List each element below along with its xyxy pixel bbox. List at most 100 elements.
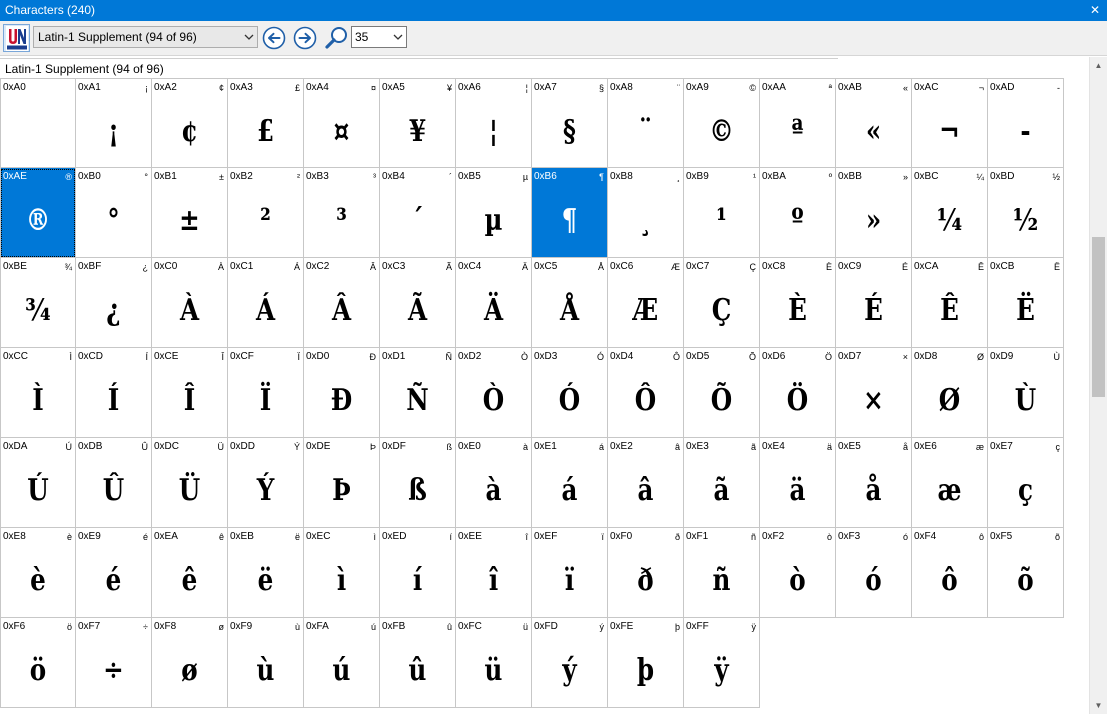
char-cell[interactable]: 0xC8 È È [760,258,836,348]
forward-arrow-icon[interactable] [292,25,318,51]
char-cell[interactable]: 0xFC ü ü [456,618,532,708]
char-cell[interactable]: 0xCA Ê Ê [912,258,988,348]
char-cell[interactable]: 0xCD Í Í [76,348,152,438]
char-cell[interactable]: 0xE5 å å [836,438,912,528]
char-cell[interactable]: 0xD6 Ö Ö [760,348,836,438]
char-cell[interactable]: 0xF8 ø ø [152,618,228,708]
char-cell[interactable]: 0xE7 ç ç [988,438,1064,528]
char-cell[interactable]: 0xCB Ë Ë [988,258,1064,348]
char-cell[interactable]: 0xD8 Ø Ø [912,348,988,438]
char-cell[interactable]: 0xED í í [380,528,456,618]
char-cell[interactable]: 0xF9 ù ù [228,618,304,708]
char-cell[interactable]: 0xE3 ã ã [684,438,760,528]
scroll-thumb[interactable] [1092,237,1105,397]
close-icon[interactable]: ✕ [1089,0,1101,21]
char-cell[interactable]: 0xDF ß ß [380,438,456,528]
char-cell[interactable]: 0xEB ë ë [228,528,304,618]
search-icon[interactable] [324,25,350,51]
char-cell[interactable]: 0xC7 Ç Ç [684,258,760,348]
char-cell[interactable]: 0xA2 ¢ ¢ [152,78,228,168]
char-cell[interactable]: 0xB5 µ µ [456,168,532,258]
vertical-scrollbar[interactable]: ▲ ▼ [1089,57,1107,714]
char-cell[interactable]: 0xC0 À À [152,258,228,348]
char-cell[interactable]: 0xDE Þ Þ [304,438,380,528]
char-cell[interactable]: 0xA1 ¡ ¡ [76,78,152,168]
char-cell[interactable]: 0xD7 × × [836,348,912,438]
char-cell[interactable]: 0xDC Ü Ü [152,438,228,528]
char-cell[interactable]: 0xA7 § § [532,78,608,168]
char-cell[interactable]: 0xA5 ¥ ¥ [380,78,456,168]
char-cell[interactable]: 0xF6 ö ö [0,618,76,708]
char-cell[interactable]: 0xFD ý ý [532,618,608,708]
char-cell[interactable]: 0xA3 £ £ [228,78,304,168]
char-cell[interactable]: 0xBE ¾ ¾ [0,258,76,348]
char-cell[interactable]: 0xA0 [0,78,76,168]
char-cell[interactable]: 0xE6 æ æ [912,438,988,528]
char-cell[interactable]: 0xC4 Ä Ä [456,258,532,348]
back-arrow-icon[interactable] [261,25,287,51]
char-cell[interactable]: 0xD5 Õ Õ [684,348,760,438]
char-cell[interactable]: 0xE9 é é [76,528,152,618]
char-cell[interactable]: 0xBC ¼ ¼ [912,168,988,258]
char-cell[interactable]: 0xD9 Ù Ù [988,348,1064,438]
char-cell[interactable]: 0xAD - - [988,78,1064,168]
char-cell[interactable]: 0xEE î î [456,528,532,618]
char-cell[interactable]: 0xB2 ² ² [228,168,304,258]
char-cell[interactable]: 0xF1 ñ ñ [684,528,760,618]
char-cell[interactable]: 0xC1 Á Á [228,258,304,348]
char-cell[interactable]: 0xCE Î Î [152,348,228,438]
char-cell[interactable]: 0xE0 à à [456,438,532,528]
char-cell[interactable]: 0xC2 Â Â [304,258,380,348]
char-cell[interactable]: 0xB8 ¸ ¸ [608,168,684,258]
char-cell[interactable]: 0xAB « « [836,78,912,168]
char-cell[interactable]: 0xC3 Ã Ã [380,258,456,348]
char-cell[interactable]: 0xF2 ò ò [760,528,836,618]
char-cell[interactable]: 0xB1 ± ± [152,168,228,258]
char-cell[interactable]: 0xDA Ú Ú [0,438,76,528]
font-size-dropdown[interactable]: 35 [351,26,407,48]
char-cell[interactable]: 0xBB » » [836,168,912,258]
scroll-up-icon[interactable]: ▲ [1090,57,1107,74]
char-cell[interactable]: 0xFF ÿ ÿ [684,618,760,708]
char-cell[interactable]: 0xFB û û [380,618,456,708]
char-cell[interactable]: 0xD1 Ñ Ñ [380,348,456,438]
char-cell[interactable]: 0xBF ¿ ¿ [76,258,152,348]
char-cell[interactable]: 0xCC Ì Ì [0,348,76,438]
unicode-block-dropdown[interactable]: Latin-1 Supplement (94 of 96) [33,26,258,48]
char-cell[interactable]: 0xFA ú ú [304,618,380,708]
char-cell[interactable]: 0xB3 ³ ³ [304,168,380,258]
char-cell[interactable]: 0xB4 ´ ´ [380,168,456,258]
char-cell[interactable]: 0xB6 ¶ ¶ [532,168,608,258]
char-cell[interactable]: 0xEF ï ï [532,528,608,618]
char-cell[interactable]: 0xE1 á á [532,438,608,528]
char-cell[interactable]: 0xEC ì ì [304,528,380,618]
char-cell[interactable]: 0xE8 è è [0,528,76,618]
char-cell[interactable]: 0xAE ® ® [0,168,76,258]
unicode-button[interactable] [3,24,30,52]
char-cell[interactable]: 0xE4 ä ä [760,438,836,528]
char-cell[interactable]: 0xD4 Ô Ô [608,348,684,438]
char-cell[interactable]: 0xA9 © © [684,78,760,168]
char-cell[interactable]: 0xD3 Ó Ó [532,348,608,438]
char-cell[interactable]: 0xD2 Ò Ò [456,348,532,438]
char-cell[interactable]: 0xF4 ô ô [912,528,988,618]
char-cell[interactable]: 0xEA ê ê [152,528,228,618]
char-cell[interactable]: 0xF3 ó ó [836,528,912,618]
char-cell[interactable]: 0xA4 ¤ ¤ [304,78,380,168]
char-cell[interactable]: 0xB9 ¹ ¹ [684,168,760,258]
char-cell[interactable]: 0xCF Ï Ï [228,348,304,438]
char-cell[interactable]: 0xC9 É É [836,258,912,348]
char-cell[interactable]: 0xAA ª ª [760,78,836,168]
char-cell[interactable]: 0xA6 ¦ ¦ [456,78,532,168]
char-cell[interactable]: 0xF0 ð ð [608,528,684,618]
char-cell[interactable]: 0xE2 â â [608,438,684,528]
char-cell[interactable]: 0xBD ½ ½ [988,168,1064,258]
char-cell[interactable]: 0xFE þ þ [608,618,684,708]
char-cell[interactable]: 0xC6 Æ Æ [608,258,684,348]
char-cell[interactable]: 0xAC ¬ ¬ [912,78,988,168]
char-cell[interactable]: 0xBA º º [760,168,836,258]
char-cell[interactable]: 0xF5 õ õ [988,528,1064,618]
char-cell[interactable]: 0xA8 ¨ ¨ [608,78,684,168]
char-cell[interactable]: 0xF7 ÷ ÷ [76,618,152,708]
char-cell[interactable]: 0xC5 Å Å [532,258,608,348]
